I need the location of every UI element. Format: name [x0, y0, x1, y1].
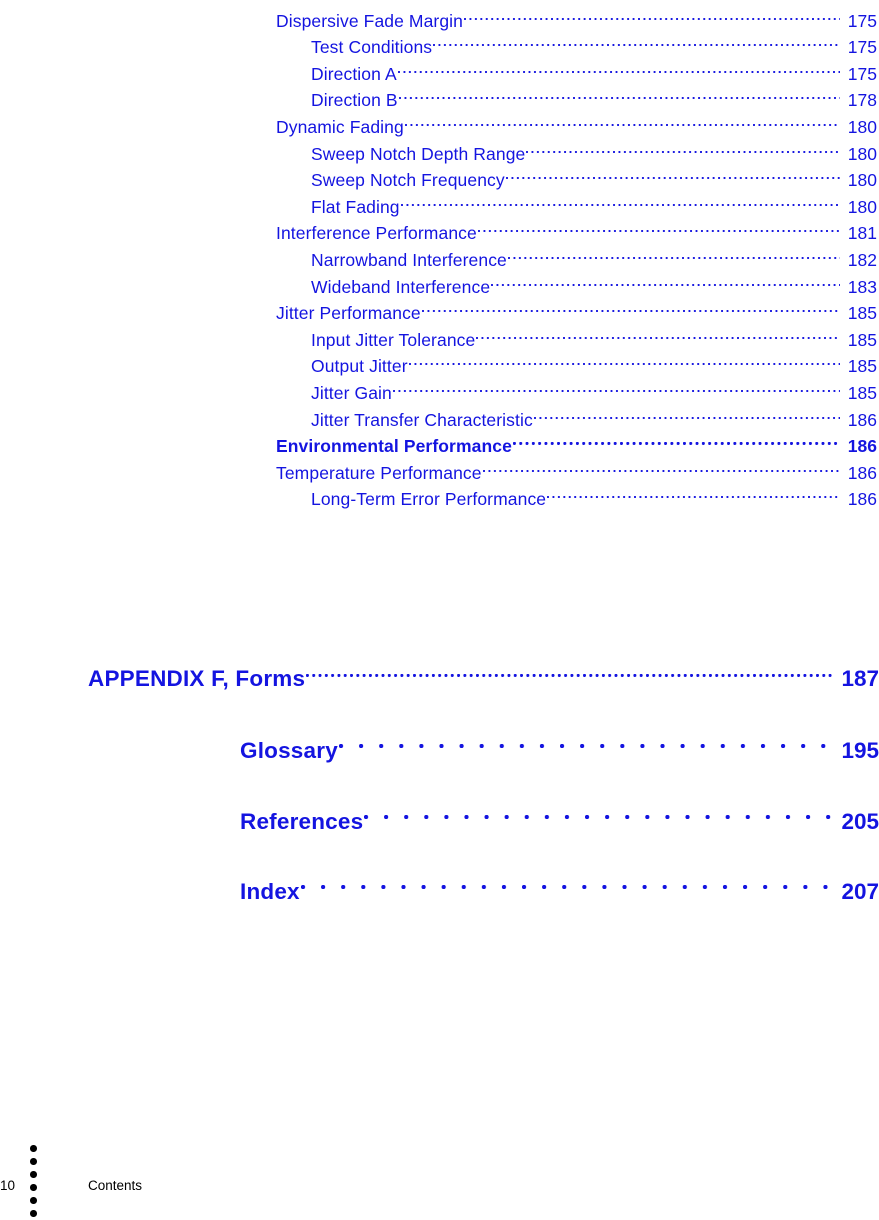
toc-entry[interactable]: Environmental Performance 186 — [0, 426, 879, 456]
toc-entry[interactable]: Temperature Performance 186 — [0, 452, 879, 483]
dot-leader — [433, 27, 840, 54]
toc-entry[interactable]: Direction B 178 — [0, 80, 879, 110]
toc-entry[interactable]: Direction A 175 — [0, 53, 879, 84]
dot-leader — [512, 426, 840, 453]
dot-leader — [464, 0, 840, 27]
toc-entry[interactable]: Sweep Notch Depth Range 180 — [0, 133, 879, 164]
toc-entry-glossary[interactable]: Glossary 195 — [240, 724, 879, 768]
dot-leader — [306, 652, 832, 686]
toc-entry[interactable]: Output Jitter 185 — [0, 346, 879, 376]
toc-entry-title: References — [240, 809, 364, 834]
dot-leader — [300, 865, 832, 899]
toc-entry-references[interactable]: References 205 — [240, 795, 879, 839]
toc-entry[interactable]: Input Jitter Tolerance 185 — [0, 319, 879, 350]
toc-entry-title: APPENDIX F, Forms — [88, 666, 306, 691]
dot-leader — [476, 319, 840, 346]
dot-leader — [400, 186, 840, 213]
table-of-contents-list: Dispersive Fade Margin 175 Test Conditions… — [0, 0, 879, 510]
footer-dot — [30, 1145, 37, 1152]
dot-leader — [477, 213, 840, 240]
dot-leader — [398, 80, 840, 107]
dot-leader — [397, 53, 840, 80]
toc-entry[interactable]: Flat Fading 180 — [0, 186, 879, 217]
toc-entry[interactable]: Dynamic Fading 180 — [0, 106, 879, 137]
dot-leader — [408, 346, 840, 373]
page-footer: 10 Contents — [0, 1140, 879, 1220]
toc-entry-title: Index — [240, 879, 300, 904]
footer-dot — [30, 1197, 37, 1204]
toc-entry-page-number: 207 — [841, 879, 879, 904]
footer-dot-rule — [30, 1145, 40, 1217]
toc-entry[interactable]: Wideband Interference 183 — [0, 266, 879, 297]
toc-entry[interactable]: Jitter Gain 185 — [0, 372, 879, 403]
footer-dot — [30, 1184, 37, 1191]
toc-entry-title: Glossary — [240, 738, 338, 763]
footer-section-label: Contents — [88, 1178, 143, 1193]
footer-dot — [30, 1210, 37, 1217]
toc-entry[interactable]: Interference Performance 181 — [0, 213, 879, 243]
dot-leader — [547, 479, 840, 506]
dot-leader — [364, 795, 832, 829]
dot-leader — [507, 239, 840, 266]
toc-entry[interactable]: Long-Term Error Performance 186 — [0, 479, 879, 509]
toc-entry[interactable]: Jitter Performance 185 — [0, 293, 879, 323]
toc-entry-page-number: 187 — [841, 666, 879, 691]
dot-leader — [338, 724, 832, 758]
toc-entry-page-number: 205 — [841, 809, 879, 834]
toc-entry-title: Long-Term Error Performance — [311, 489, 547, 510]
dot-leader — [526, 133, 840, 160]
dot-leader — [421, 293, 840, 320]
dot-leader — [482, 452, 840, 479]
dot-leader — [491, 266, 840, 293]
toc-entry-appendix-f-forms[interactable]: APPENDIX F, Forms 187 — [88, 652, 879, 696]
dot-leader — [505, 160, 840, 187]
footer-dot — [30, 1158, 37, 1165]
toc-entry-page-number: 195 — [841, 738, 879, 763]
toc-entry[interactable]: Dispersive Fade Margin 175 — [0, 0, 879, 31]
toc-entry[interactable]: Narrowband Interference 182 — [0, 239, 879, 270]
footer-page-number: 10 — [0, 1178, 16, 1193]
toc-entry[interactable]: Test Conditions 175 — [0, 27, 879, 57]
toc-entry[interactable]: Jitter Transfer Characteristic 186 — [0, 399, 879, 430]
dot-leader — [404, 106, 840, 133]
dot-leader — [533, 399, 840, 426]
toc-entry[interactable]: Sweep Notch Frequency 180 — [0, 160, 879, 190]
dot-leader — [392, 372, 840, 399]
toc-entry-index[interactable]: Index 207 — [240, 865, 879, 909]
toc-entry-page-number: 186 — [847, 489, 877, 510]
footer-dot — [30, 1171, 37, 1178]
